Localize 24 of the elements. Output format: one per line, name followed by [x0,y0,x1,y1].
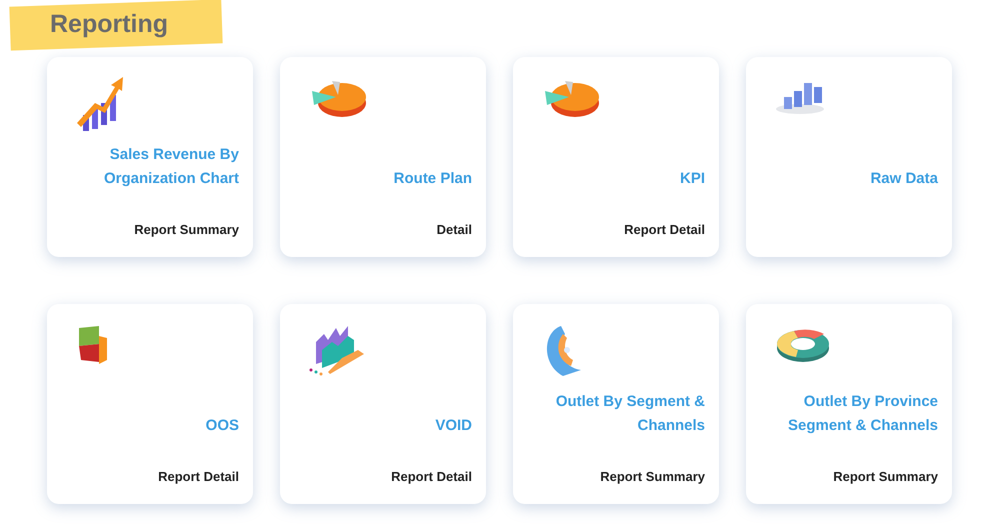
card-subtitle: Report Summary [600,469,705,485]
report-card[interactable]: KPI Report Detail [513,57,719,257]
report-card[interactable]: Outlet By Province Segment & Channels Report Summary [746,304,952,504]
card-title: KPI [680,169,705,189]
card-title: Route Plan [394,169,472,189]
report-card[interactable]: OOS Report Detail [47,304,253,504]
card-title: Outlet By Province Segment & Channels [788,392,938,436]
card-subtitle: Detail [436,222,472,238]
card-subtitle: Report Detail [624,222,705,238]
card-title: VOID [435,416,472,436]
report-card[interactable]: Outlet By Segment & Channels Report Summary [513,304,719,504]
report-card[interactable]: Route Plan Detail [280,57,486,257]
card-subtitle: Report Detail [158,469,239,485]
report-card[interactable]: Sales Revenue By Organization Chart Report Summary [47,57,253,257]
card-subtitle: Report Detail [391,469,472,485]
card-subtitle: Report Summary [833,469,938,485]
card-title: OOS [206,416,239,436]
area-chart-icon [308,324,366,376]
report-card[interactable]: VOID Report Detail [280,304,486,504]
card-title: Raw Data [870,169,938,189]
card-title: Sales Revenue By Organization Chart [104,145,239,189]
card-title: Outlet By Segment & Channels [556,392,705,436]
card-subtitle: Report Summary [134,222,239,238]
page-heading: Reporting [50,10,168,40]
